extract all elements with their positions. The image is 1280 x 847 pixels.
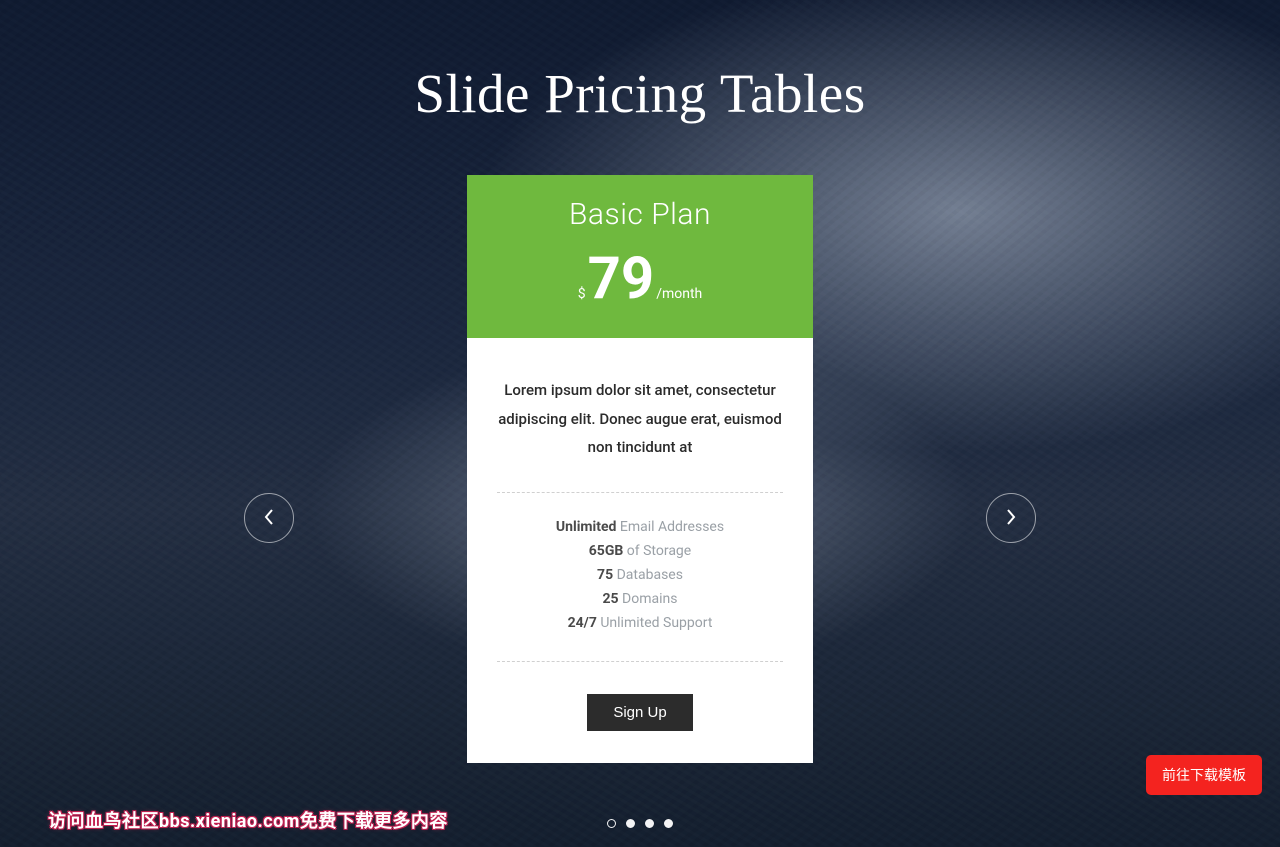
- feature-item: Unlimited Email Addresses: [497, 519, 783, 535]
- price-period: /month: [656, 286, 702, 302]
- price: $ 79 /month: [477, 250, 803, 308]
- feature-item: 24/7 Unlimited Support: [497, 615, 783, 631]
- chevron-left-icon: [264, 509, 274, 528]
- carousel-dot[interactable]: [607, 819, 616, 828]
- divider: [497, 661, 783, 662]
- carousel-dots: [607, 819, 673, 828]
- chevron-right-icon: [1006, 509, 1016, 528]
- signup-button[interactable]: Sign Up: [587, 694, 692, 731]
- pricing-carousel: Basic Plan $ 79 /month Lorem ipsum dolor…: [0, 175, 1280, 763]
- feature-text: of Storage: [623, 543, 691, 559]
- plan-description: Lorem ipsum dolor sit amet, consectetur …: [497, 376, 783, 462]
- divider: [497, 492, 783, 493]
- feature-bold: 65GB: [589, 543, 624, 559]
- feature-bold: 75: [597, 567, 613, 583]
- feature-text: Unlimited Support: [597, 615, 713, 631]
- pricing-card: Basic Plan $ 79 /month Lorem ipsum dolor…: [467, 175, 813, 763]
- carousel-dot[interactable]: [645, 819, 654, 828]
- feature-text: Email Addresses: [616, 519, 724, 535]
- currency: $: [578, 286, 586, 302]
- watermark-text: 访问血鸟社区bbs.xieniao.com免费下载更多内容: [48, 807, 448, 833]
- feature-item: 65GB of Storage: [497, 543, 783, 559]
- page-title: Slide Pricing Tables: [0, 0, 1280, 125]
- plan-name: Basic Plan: [477, 197, 803, 232]
- carousel-dot[interactable]: [664, 819, 673, 828]
- feature-bold: 25: [603, 591, 619, 607]
- feature-bold: 24/7: [568, 615, 597, 631]
- download-template-button[interactable]: 前往下载模板: [1146, 755, 1262, 795]
- card-body: Lorem ipsum dolor sit amet, consectetur …: [467, 338, 813, 763]
- feature-text: Domains: [619, 591, 678, 607]
- prev-button[interactable]: [244, 493, 294, 543]
- feature-list: Unlimited Email Addresses 65GB of Storage…: [497, 519, 783, 631]
- feature-item: 75 Databases: [497, 567, 783, 583]
- feature-item: 25 Domains: [497, 591, 783, 607]
- feature-bold: Unlimited: [556, 519, 617, 535]
- feature-text: Databases: [613, 567, 683, 583]
- card-header: Basic Plan $ 79 /month: [467, 175, 813, 338]
- price-amount: 79: [588, 250, 655, 308]
- next-button[interactable]: [986, 493, 1036, 543]
- carousel-dot[interactable]: [626, 819, 635, 828]
